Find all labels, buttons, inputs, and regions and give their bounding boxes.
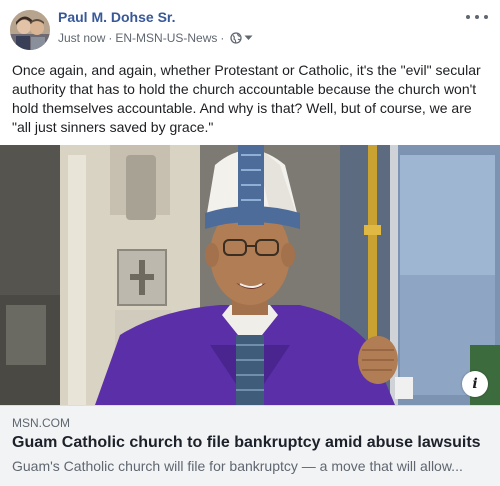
link-title[interactable]: Guam Catholic church to file bankruptcy … bbox=[12, 434, 481, 452]
meta-separator-2: · bbox=[220, 31, 225, 45]
info-icon[interactable]: i bbox=[462, 371, 488, 397]
caret-down-icon[interactable] bbox=[244, 35, 253, 41]
post-text: Once again, and again, whether Protestan… bbox=[12, 62, 481, 135]
facebook-post: Paul M. Dohse Sr. Just now · EN-MSN-US-N… bbox=[0, 0, 500, 486]
post-meta: Just now · EN-MSN-US-News · bbox=[58, 31, 253, 45]
author-name[interactable]: Paul M. Dohse Sr. bbox=[58, 9, 175, 25]
post-source[interactable]: EN-MSN-US-News bbox=[115, 31, 217, 45]
more-options-icon[interactable] bbox=[466, 10, 488, 24]
post-header: Paul M. Dohse Sr. Just now · EN-MSN-US-N… bbox=[0, 0, 500, 56]
link-preview-image[interactable]: i bbox=[0, 145, 500, 405]
link-preview-info[interactable]: MSN.COM Guam Catholic church to file ban… bbox=[0, 405, 500, 486]
author-avatar[interactable] bbox=[10, 10, 50, 50]
link-domain: MSN.COM bbox=[12, 416, 70, 430]
globe-icon[interactable] bbox=[230, 32, 243, 44]
meta-separator: · bbox=[108, 31, 113, 45]
link-description: Guam's Catholic church will file for ban… bbox=[12, 458, 463, 474]
post-timestamp[interactable]: Just now bbox=[58, 31, 105, 45]
